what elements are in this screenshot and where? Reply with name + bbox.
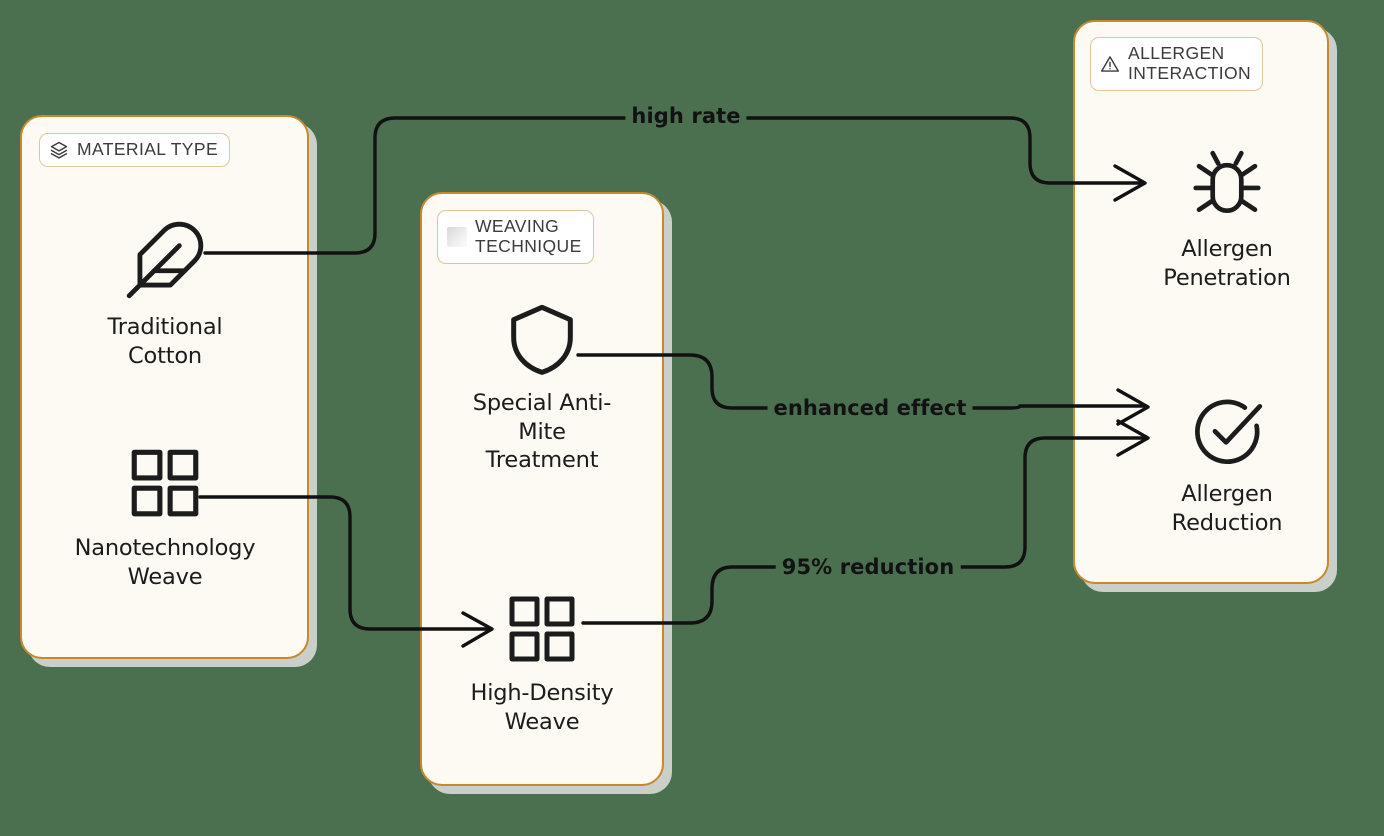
- shield-icon: [511, 304, 573, 375]
- badge-weaving-technique-label: WEAVING TECHNIQUE: [475, 216, 582, 256]
- blank-swatch-icon: [447, 226, 467, 247]
- node-special-anti-mite-treatment-label: Special Anti- Mite Treatment: [472, 390, 612, 474]
- node-special-anti-mite-treatment[interactable]: Special Anti- Mite Treatment: [437, 299, 647, 475]
- bug-mite-icon: [1193, 150, 1261, 214]
- node-nanotechnology-weave-label: Nanotechnology Weave: [74, 535, 256, 590]
- badge-weaving-technique: WEAVING TECHNIQUE: [437, 210, 594, 264]
- node-allergen-penetration[interactable]: Allergen Penetration: [1122, 147, 1332, 292]
- node-high-density-weave-label: High-Density Weave: [470, 680, 614, 735]
- edge-path-high-rate: [203, 116, 1142, 255]
- grid-four-squares-icon: [509, 596, 575, 662]
- badge-allergen-interaction-label: ALLERGEN INTERACTION: [1128, 43, 1252, 83]
- panel-material-type: MATERIAL TYPE Traditional Cotton Nanotec…: [20, 115, 309, 659]
- diagram-canvas: MATERIAL TYPE Traditional Cotton Nanotec…: [0, 0, 1384, 836]
- layers-icon: [50, 141, 68, 159]
- badge-material-type-label: MATERIAL TYPE: [77, 139, 219, 160]
- feather-icon: [126, 221, 204, 299]
- node-allergen-penetration-label: Allergen Penetration: [1163, 236, 1291, 291]
- check-circle-icon: [1195, 399, 1263, 465]
- badge-material-type: MATERIAL TYPE: [39, 133, 231, 167]
- edge-label-high-rate: high rate: [625, 104, 747, 128]
- node-allergen-reduction-label: Allergen Reduction: [1171, 481, 1283, 536]
- node-nanotechnology-weave[interactable]: Nanotechnology Weave: [60, 442, 270, 591]
- edge-label-enhanced-effect: enhanced effect: [767, 396, 973, 420]
- node-traditional-cotton[interactable]: Traditional Cotton: [60, 217, 270, 370]
- panel-weaving-technique: WEAVING TECHNIQUE Special Anti- Mite Tre…: [420, 192, 664, 786]
- badge-allergen-interaction: ALLERGEN INTERACTION: [1090, 37, 1264, 91]
- node-allergen-reduction[interactable]: Allergen Reduction: [1122, 392, 1332, 537]
- warning-triangle-icon: [1100, 56, 1120, 72]
- edge-label-95-reduction: 95% reduction: [775, 555, 961, 579]
- node-traditional-cotton-label: Traditional Cotton: [107, 314, 223, 369]
- node-high-density-weave[interactable]: High-Density Weave: [437, 589, 647, 736]
- panel-allergen-interaction: ALLERGEN INTERACTION Allergen Penetratio…: [1073, 20, 1329, 584]
- grid-four-squares-icon: [131, 449, 199, 517]
- edge-path-95-reduction: [581, 436, 1147, 625]
